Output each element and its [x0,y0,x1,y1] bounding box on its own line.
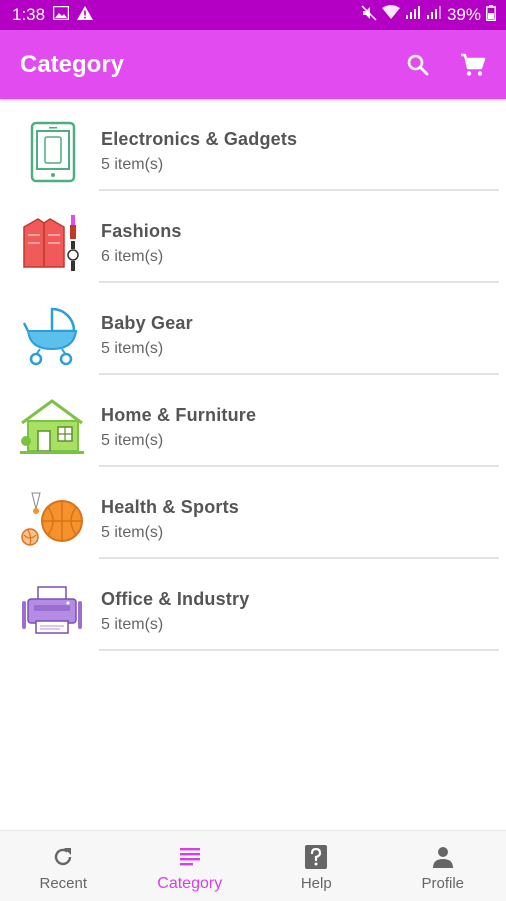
nav-profile[interactable]: Profile [380,831,506,901]
search-icon[interactable] [406,53,430,77]
divider [99,649,499,651]
category-count: 5 item(s) [101,616,249,634]
help-icon [304,843,328,871]
category-title: Baby Gear [101,313,193,334]
category-title: Home & Furniture [101,405,256,426]
category-title: Health & Sports [101,497,239,518]
nav-label: Recent [39,875,87,892]
warning-icon [77,5,93,25]
nav-label: Category [157,875,222,893]
status-time: 1:38 [12,5,45,25]
category-count: 5 item(s) [101,340,193,358]
category-count: 6 item(s) [101,248,182,266]
nav-label: Help [301,875,332,892]
person-icon [431,843,455,871]
list-icon [179,843,201,871]
mute-icon [361,5,377,26]
nav-help[interactable]: Help [253,831,380,901]
house-icon [20,397,84,461]
category-row-electronics[interactable]: Electronics & Gadgets 5 item(s) [0,99,506,191]
category-row-health-sports[interactable]: Health & Sports 5 item(s) [0,467,506,559]
nav-recent[interactable]: Recent [0,831,127,901]
category-count: 5 item(s) [101,524,239,542]
category-list: Electronics & Gadgets 5 item(s) Fashions… [0,99,506,651]
battery-icon [486,5,496,26]
category-title: Fashions [101,221,182,242]
app-bar: Category [0,30,506,99]
battery-percent: 39% [447,5,481,25]
status-bar: 1:38 39% [0,0,506,30]
signal-icon [405,5,421,25]
signal-2-icon [426,5,442,25]
image-notification-icon [53,5,69,25]
fashion-icon [20,213,84,277]
sports-icon [20,489,84,553]
category-title: Electronics & Gadgets [101,129,297,150]
stroller-icon [20,305,84,369]
nav-category[interactable]: Category [127,831,254,901]
category-row-fashions[interactable]: Fashions 6 item(s) [0,191,506,283]
tablet-icon [20,121,84,185]
category-row-home-furniture[interactable]: Home & Furniture 5 item(s) [0,375,506,467]
category-count: 5 item(s) [101,432,256,450]
category-count: 5 item(s) [101,156,297,174]
nav-label: Profile [421,875,464,892]
category-title: Office & Industry [101,589,249,610]
printer-icon [20,581,84,645]
cart-icon[interactable] [460,53,486,77]
refresh-icon [51,843,75,871]
bottom-navigation: Recent Category Help Profile [0,830,506,901]
wifi-icon [382,5,400,25]
category-row-baby-gear[interactable]: Baby Gear 5 item(s) [0,283,506,375]
category-row-office-industry[interactable]: Office & Industry 5 item(s) [0,559,506,651]
page-title: Category [20,51,406,79]
